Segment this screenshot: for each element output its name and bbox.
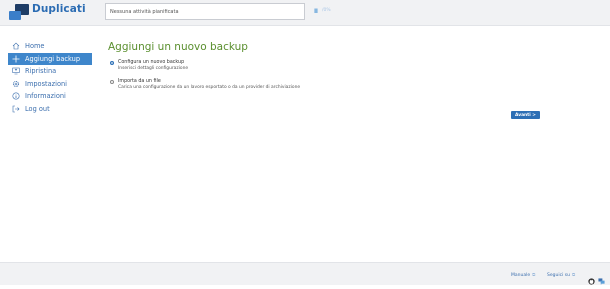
github-icon[interactable]: [588, 270, 595, 289]
throttle-indicator[interactable]: /0%: [322, 8, 331, 13]
next-button[interactable]: Avanti >: [511, 111, 540, 119]
sidebar-item-label: Impostazioni: [25, 79, 67, 88]
footer: Manuale ⧉ Seguici su ⧉: [0, 262, 610, 285]
sidebar-item-label: Log out: [25, 104, 50, 113]
manual-link[interactable]: Manuale ⧉: [511, 272, 535, 278]
sidebar-item-logout[interactable]: Log out: [8, 103, 92, 116]
duplicati-logo-icon: [9, 4, 29, 20]
logout-icon: [12, 105, 20, 113]
home-icon: [12, 42, 20, 50]
app-name: Duplicati: [32, 3, 86, 15]
gear-icon: [12, 80, 20, 88]
page-title: Aggiungi un nuovo backup: [108, 41, 248, 53]
radio-new-backup[interactable]: [110, 61, 114, 65]
sidebar-item-settings[interactable]: Impostazioni: [8, 78, 92, 91]
option-description: Inserisci dettagli configurazione: [118, 66, 189, 71]
app-logo[interactable]: Duplicati: [9, 3, 99, 22]
sidebar-item-label: Home: [25, 42, 45, 51]
option-new-backup[interactable]: Configura un nuovo backup Inserisci dett…: [108, 60, 548, 72]
radio-import-file[interactable]: [110, 80, 114, 84]
external-link-icon: ⧉: [532, 273, 536, 278]
option-description: Carica una configurazione da un lavoro e…: [118, 85, 301, 90]
status-bar[interactable]: Nessuna attività pianificata: [105, 3, 305, 20]
sidebar-nav: Home Aggiungi backup Ripristina Impostaz…: [8, 40, 92, 115]
option-import-file[interactable]: Importa da un file Carica una configuraz…: [108, 79, 548, 91]
sidebar-item-label: Ripristina: [25, 67, 57, 76]
sidebar-item-restore[interactable]: Ripristina: [8, 65, 92, 78]
follow-label: Seguici su: [547, 273, 570, 278]
external-link-icon: ⧉: [571, 273, 576, 278]
restore-icon: [12, 67, 20, 75]
pause-button[interactable]: II: [314, 8, 318, 15]
plus-icon: [12, 55, 20, 63]
sidebar-item-label: Aggiungi backup: [25, 54, 81, 63]
top-header: Duplicati Nessuna attività pianificata I…: [0, 0, 610, 26]
sidebar-item-about[interactable]: Informazioni: [8, 90, 92, 103]
main-content: Aggiungi un nuovo backup Configura un nu…: [108, 41, 548, 98]
info-icon: [12, 92, 20, 100]
sidebar-item-home[interactable]: Home: [8, 40, 92, 53]
chat-icon[interactable]: [598, 270, 605, 289]
follow-us-link[interactable]: Seguici su ⧉: [547, 272, 575, 278]
sidebar-item-label: Informazioni: [25, 92, 66, 101]
sidebar-item-add-backup[interactable]: Aggiungi backup: [8, 52, 92, 65]
manual-label: Manuale: [511, 273, 531, 278]
